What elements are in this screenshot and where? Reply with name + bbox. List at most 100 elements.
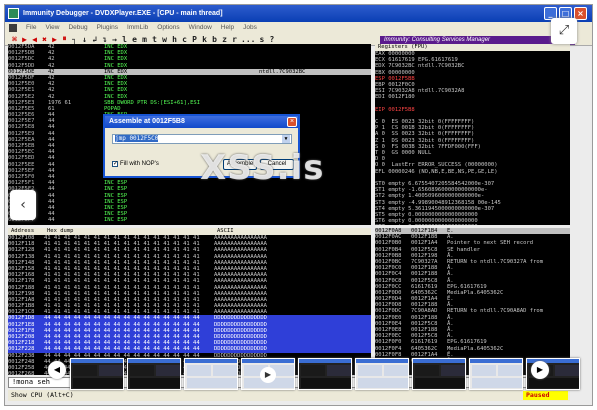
toolbar-button-3[interactable]: ✖	[41, 35, 48, 44]
assemble-input[interactable]: jmp 0012F5C0 ▼	[112, 134, 292, 144]
menu-bar: File View Debug Plugins ImmLib Options W…	[5, 22, 592, 33]
hex-ascii: DDDDDDDDDDDDDDDD	[214, 346, 267, 353]
thumbnail-pane	[498, 365, 522, 376]
hex-dump-pane[interactable]: Address Hex dump ASCII 0012F108 41 41 41 …	[8, 228, 371, 375]
toolbar-button-9[interactable]: ↴	[101, 35, 108, 44]
hex-ascii: DDDDDDDDDDDDDDDD	[214, 315, 267, 322]
toolbar-button-1[interactable]: ▶	[21, 35, 28, 44]
menu-window[interactable]: Window	[189, 24, 212, 31]
fill-nops-checkbox[interactable]: ✓ Fill with NOP's	[112, 161, 159, 167]
thumbnail-pane	[327, 365, 351, 376]
menu-options[interactable]: Options	[157, 24, 179, 31]
menu-plugins[interactable]: Plugins	[97, 24, 118, 31]
toolbar-button-21[interactable]: z	[221, 35, 228, 44]
play-icon[interactable]: ▶	[260, 367, 276, 383]
menu-jobs[interactable]: Jobs	[243, 24, 257, 31]
toolbar-button-13[interactable]: m	[141, 35, 148, 44]
toolbar-button-24[interactable]: s	[258, 35, 265, 44]
toolbar-button-19[interactable]: k	[201, 35, 208, 44]
thumbnail[interactable]	[184, 358, 238, 390]
toolbar-button-2[interactable]: ◀	[31, 35, 38, 44]
hex-ascii: AAAAAAAAAAAAAAAA	[214, 303, 267, 310]
thumbnail-pane	[555, 365, 579, 376]
toolbar-button-20[interactable]: b	[211, 35, 218, 44]
menu-view[interactable]: View	[45, 24, 59, 31]
hex-ascii: AAAAAAAAAAAAAAAA	[214, 235, 267, 241]
thumbnail-titlebar	[356, 359, 408, 363]
thumbnail-pane	[441, 365, 465, 376]
checkbox-checked-icon[interactable]: ✓	[112, 161, 118, 167]
disasm-hex: 44	[48, 217, 55, 224]
status-text: Show CPU (Alt+C)	[11, 391, 74, 399]
thumbnail-pane	[415, 378, 465, 388]
hex-ascii: AAAAAAAAAAAAAAAA	[214, 296, 267, 303]
thumbnail-strip: ▶	[48, 355, 580, 391]
thumbnail-pane	[472, 378, 522, 388]
hex-ascii: DDDDDDDDDDDDDDDD	[214, 327, 267, 334]
toolbar-button-8[interactable]: ↲	[91, 35, 98, 44]
thumbnail-pane	[73, 378, 123, 388]
thumbnail[interactable]	[127, 358, 181, 390]
registers-header: Registers (FPU)	[375, 44, 570, 51]
thumbnail-titlebar	[470, 359, 522, 363]
stack-comment: Å.	[447, 302, 454, 309]
disasm-row[interactable]: 0012F5F7 44 INC ESP	[8, 217, 371, 223]
menu-debug[interactable]: Debug	[68, 24, 87, 31]
toolbar-button-11[interactable]: l	[121, 35, 128, 44]
thumbs-left-arrow-icon[interactable]: ◀	[48, 361, 66, 379]
thumbnail[interactable]	[469, 358, 523, 390]
toolbar-button-4[interactable]: ▶	[51, 35, 58, 44]
toolbar-button-17[interactable]: c	[181, 35, 188, 44]
thumbnail-pane	[358, 365, 382, 376]
dialog-close-button[interactable]: ×	[287, 117, 297, 127]
menu-help[interactable]: Help	[221, 24, 234, 31]
paused-badge: Paused	[523, 391, 568, 400]
registers-pane[interactable]: Registers (FPU) EAX 00000000 ECX 61617619…	[375, 44, 570, 225]
thumbnail-pane	[187, 378, 237, 388]
toolbar-button-12[interactable]: e	[131, 35, 138, 44]
thumbnail-pane	[301, 365, 325, 376]
window-title: Immunity Debugger - DVDXPlayer.EXE - [CP…	[23, 10, 223, 17]
prev-image-button[interactable]: ‹	[10, 190, 36, 220]
hex-ascii: AAAAAAAAAAAAAAAA	[214, 259, 267, 266]
toolbar-button-10[interactable]: →	[111, 35, 118, 44]
toolbar-button-0[interactable]: ⌘	[11, 35, 18, 44]
thumbs-right-arrow-icon[interactable]: ▶	[531, 361, 549, 379]
thumbnail[interactable]	[355, 358, 409, 390]
toolbar-button-6[interactable]: ┐	[71, 35, 78, 44]
toolbar-button-22[interactable]: r	[231, 35, 238, 44]
status-bar: Show CPU (Alt+C) Paused	[8, 390, 570, 401]
toolbar-button-25[interactable]: ?	[268, 35, 275, 44]
toolbar-button-7[interactable]: ↓	[81, 35, 88, 44]
toolbar-button-15[interactable]: w	[161, 35, 168, 44]
expand-icon[interactable]: ⤢	[551, 18, 577, 44]
toolbar-button-14[interactable]: t	[151, 35, 158, 44]
thumbnail[interactable]	[298, 358, 352, 390]
cpu-icon[interactable]	[9, 23, 17, 32]
toolbar-button-16[interactable]: h	[171, 35, 178, 44]
thumbnail[interactable]	[70, 358, 124, 390]
thumbnail[interactable]	[412, 358, 466, 390]
thumbnail-pane	[213, 365, 237, 376]
stack-comment: MediaPla.6405362C	[447, 289, 504, 296]
toolbar-button-18[interactable]: P	[191, 35, 198, 44]
stack-pane[interactable]: 0012F0A8 0012F1B4 Ë. 0012F0AC 0012F188 Å. 0012…	[375, 228, 570, 375]
menu-file[interactable]: File	[26, 24, 36, 31]
register-line[interactable]: ST7 empty 0.0000000000000000000	[375, 224, 570, 225]
menu-immlib[interactable]: ImmLib	[127, 24, 148, 31]
stack-comment: SE handler	[447, 246, 481, 253]
col-ascii: ASCII	[217, 228, 234, 234]
stack-comment: MediaPla.6405362C	[447, 345, 504, 352]
dropdown-arrow-icon[interactable]: ▼	[282, 135, 290, 143]
thumbnail-pane	[415, 365, 439, 376]
stack-comment: Å.	[447, 320, 454, 327]
stack-comment: EPG.61617619	[447, 339, 487, 346]
disasm-comment: ntdll.7C9032BC	[259, 68, 306, 75]
col-hex: Hex dump	[47, 228, 74, 234]
assemble-input-value: jmp 0012F5C0	[115, 135, 159, 142]
toolbar-button-5[interactable]: ⏸	[61, 34, 68, 44]
thumbnail[interactable]: ▶	[241, 358, 295, 390]
stack-comment: EPG.61617619	[447, 283, 487, 290]
toolbar-button-23[interactable]: ...	[241, 35, 255, 44]
hex-dump-header: Address Hex dump ASCII	[8, 228, 371, 235]
